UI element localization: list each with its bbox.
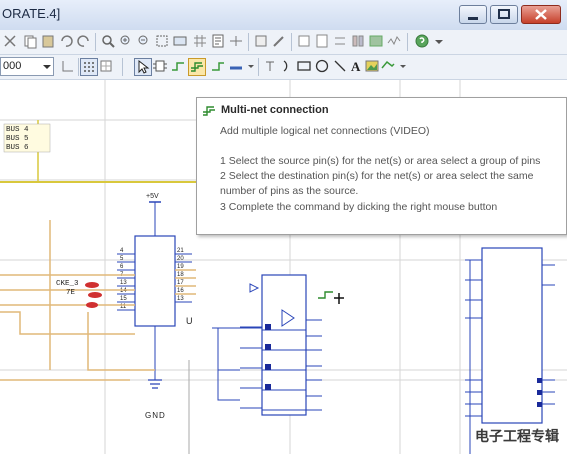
svg-text:GND: GND xyxy=(145,411,166,420)
close-icon xyxy=(535,9,547,20)
help-icon[interactable] xyxy=(414,33,430,49)
toolbar-standard xyxy=(0,30,567,55)
maximize-button[interactable] xyxy=(490,5,518,24)
rectangle-icon[interactable] xyxy=(296,58,312,74)
bom-icon[interactable] xyxy=(314,33,330,49)
paste-icon[interactable] xyxy=(40,33,56,49)
place-part-icon[interactable] xyxy=(152,58,168,74)
svg-text:6: 6 xyxy=(120,264,124,270)
zoom-area-icon[interactable] xyxy=(154,33,170,49)
svg-text:+5V: +5V xyxy=(146,193,159,200)
select-pointer-icon[interactable] xyxy=(134,58,152,76)
grid-icon[interactable] xyxy=(192,33,208,49)
svg-text:14: 14 xyxy=(120,288,127,294)
tooltip-title: Multi-net connection xyxy=(221,104,329,116)
bus-label: BUS 5 xyxy=(6,135,29,143)
tooltip-description: Add multiple logical net connections (VI… xyxy=(220,125,430,137)
chip-ref: U xyxy=(186,316,193,326)
close-button[interactable] xyxy=(521,5,561,24)
help-dropdown-icon[interactable] xyxy=(432,33,448,49)
bus-label: BUS 6 xyxy=(6,144,29,152)
svg-text:4: 4 xyxy=(120,248,124,254)
signal-label: CKE_3 xyxy=(56,280,79,288)
left-ic[interactable]: 4567 13141511 21201918 171613 U xyxy=(117,202,193,380)
vcc-symbol[interactable]: +5V xyxy=(146,193,161,203)
ellipse-icon[interactable] xyxy=(314,58,330,74)
toolbar-draw: 000 A xyxy=(0,55,567,80)
find-icon[interactable] xyxy=(100,33,116,49)
net-alias-icon[interactable] xyxy=(210,58,226,74)
tooltip-step: 3 Complete the command by dicking the ri… xyxy=(220,201,498,213)
signal-label-2: 7E xyxy=(66,289,76,297)
tooltip-step: 2 Select the destination pin(s) for the … xyxy=(220,170,534,182)
power-icon[interactable] xyxy=(262,58,278,74)
tooltip-multi-net: Multi-net connection Add multiple logica… xyxy=(196,97,567,235)
right-ic[interactable] xyxy=(465,247,555,454)
svg-text:5: 5 xyxy=(120,256,124,262)
svg-text:13: 13 xyxy=(177,296,184,302)
annotate-icon[interactable] xyxy=(271,33,287,49)
svg-text:19: 19 xyxy=(177,264,184,270)
minimize-icon xyxy=(468,17,478,20)
maximize-icon xyxy=(498,9,510,19)
multi-net-connection-icon[interactable] xyxy=(188,58,206,76)
netlist-icon[interactable] xyxy=(253,33,269,49)
svg-text:16: 16 xyxy=(177,288,184,294)
tooltip-step: number of pins as the source. xyxy=(220,185,359,197)
zoom-in-icon[interactable] xyxy=(118,33,134,49)
simulate-icon[interactable] xyxy=(386,33,402,49)
tooltip-step: 1 Select the source pin(s) for the net(s… xyxy=(220,155,541,167)
zoom-value: 000 xyxy=(3,60,22,72)
zoom-out-icon[interactable] xyxy=(136,33,152,49)
redo-icon[interactable] xyxy=(76,33,92,49)
title-bar: ORATE.4] xyxy=(0,0,567,31)
svg-text:21: 21 xyxy=(177,248,184,254)
svg-text:15: 15 xyxy=(120,296,127,302)
bus-label: BUS 4 xyxy=(6,126,29,134)
cross-ref-icon[interactable] xyxy=(332,33,348,49)
arc-icon[interactable] xyxy=(280,58,296,74)
bus-icon[interactable] xyxy=(228,58,244,74)
graphic-icon[interactable] xyxy=(380,58,396,74)
schematic-icon[interactable] xyxy=(228,33,244,49)
drc-icon[interactable] xyxy=(296,33,312,49)
svg-text:20: 20 xyxy=(177,256,184,262)
multi-net-cursor-icon xyxy=(318,291,344,304)
line-icon[interactable] xyxy=(332,58,348,74)
svg-text:18: 18 xyxy=(177,272,184,278)
svg-text:17: 17 xyxy=(177,280,184,286)
svg-text:A: A xyxy=(351,59,361,74)
zoom-fit-icon[interactable] xyxy=(172,33,188,49)
library-icon[interactable] xyxy=(350,33,366,49)
driver-ic[interactable] xyxy=(212,274,322,416)
window-title: ORATE.4] xyxy=(2,6,61,21)
svg-text:13: 13 xyxy=(120,280,127,286)
text-icon[interactable]: A xyxy=(348,58,364,74)
minimize-button[interactable] xyxy=(459,5,487,24)
zoom-combo[interactable]: 000 xyxy=(0,57,54,76)
undo-icon[interactable] xyxy=(58,33,74,49)
cut-icon[interactable] xyxy=(2,33,18,49)
pcb-icon[interactable] xyxy=(368,33,384,49)
gnd-symbol[interactable]: GND xyxy=(145,379,166,420)
selected-pins[interactable] xyxy=(85,282,102,308)
toolbar-options-icon[interactable] xyxy=(396,58,412,74)
image-icon[interactable] xyxy=(364,58,380,74)
watermark: 电子工程专辑 xyxy=(475,428,559,444)
copy-icon[interactable] xyxy=(22,33,38,49)
chevron-down-icon[interactable] xyxy=(41,59,52,74)
snap-grid-icon[interactable] xyxy=(98,58,114,74)
grid-toggle-icon[interactable] xyxy=(80,58,98,76)
wire-icon[interactable] xyxy=(170,58,186,74)
properties-icon[interactable] xyxy=(210,33,226,49)
multi-net-connection-icon xyxy=(203,106,215,116)
snap-icon[interactable] xyxy=(60,58,76,74)
